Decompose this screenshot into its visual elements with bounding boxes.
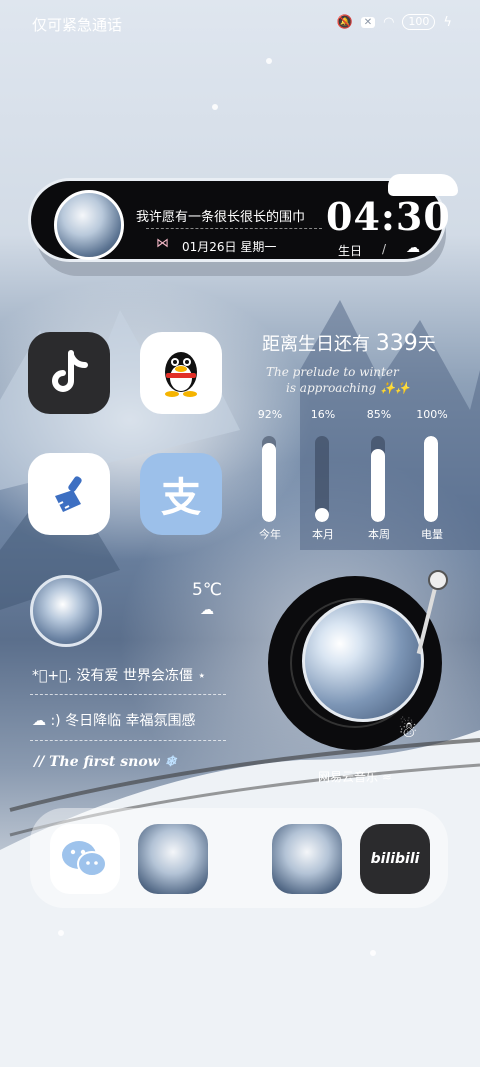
progress-percent: 100% (416, 408, 448, 421)
qq-app[interactable] (140, 332, 222, 414)
first-snow-text: // The first snow ❄ (34, 754, 176, 770)
cloud-icon: ☁ (32, 713, 46, 729)
progress-label: 今年 (259, 528, 281, 541)
photo-shortcut-2[interactable] (272, 824, 342, 894)
widget-photo (54, 190, 124, 260)
broom-icon (55, 476, 82, 512)
progress-fill (262, 442, 276, 522)
quote-text: 我许愿有一条很长很长的围巾 (136, 210, 306, 225)
clock-time: 04:30 (326, 194, 451, 239)
progress-fill (315, 508, 329, 522)
snowman-icon: ☃ (398, 718, 418, 743)
progress-fill (371, 448, 385, 522)
snowflake (370, 950, 376, 956)
tiktok-app[interactable] (28, 332, 110, 414)
birthday-label: 生日 (338, 244, 363, 258)
progress-percent: 85% (366, 408, 392, 421)
countdown-days: 339 (375, 331, 418, 356)
progress-label: 电量 (421, 528, 443, 541)
progress-label: 本周 (368, 528, 390, 541)
snow-weather-icon: ☁ (200, 602, 214, 618)
date-text: 01月26日 星期一 (182, 240, 277, 254)
sparkle-icon: ⋆ (197, 668, 207, 684)
qq-penguin-icon (165, 352, 197, 397)
wechat-app[interactable] (50, 824, 120, 894)
no-sim-icon: ✕ (360, 16, 376, 28)
cleaner-app[interactable] (28, 453, 110, 535)
battery-indicator: 100 (402, 14, 436, 30)
countdown-prefix: 距离生日还有 (262, 334, 370, 355)
bilibili-app[interactable]: bilibili (360, 824, 430, 894)
progress-year: 92% 今年 (248, 408, 292, 541)
progress-track (424, 436, 438, 522)
line-text: :) 冬日降临 幸福氛围感 (50, 713, 196, 729)
progress-battery: 100% 电量 (410, 408, 454, 541)
snowflake (266, 58, 272, 64)
alipay-app[interactable]: 支 (140, 453, 222, 535)
progress-percent: 16% (310, 408, 336, 421)
sparkle-prefix: *ﾟ+ﾟ. (32, 668, 72, 684)
carrier-text: 仅可紧急通话 (32, 16, 123, 34)
music-app-label: 网易云音乐 ≈ (318, 768, 392, 785)
cloud-icon: ☁ (406, 240, 420, 256)
photo-shortcut-1[interactable] (138, 824, 208, 894)
album-cover (302, 600, 424, 722)
snowflake (212, 104, 218, 110)
alipay-icon: 支 (161, 475, 201, 521)
status-bar: 仅可紧急通话 🔕 ✕ ◠ 100 ϟ (0, 0, 480, 48)
separator: / (382, 242, 387, 256)
birthday-countdown-title: 距离生日还有 339天 (262, 330, 436, 356)
progress-track (315, 436, 329, 522)
tiktok-icon (52, 350, 88, 392)
progress-fill (424, 436, 438, 522)
snowflake-icon: ❄ (164, 754, 177, 770)
countdown-suffix: 天 (417, 334, 436, 355)
text-line-1: *ﾟ+ﾟ. 没有爱 世界会冻僵 ⋆ (32, 665, 206, 685)
progress-month: 16% 本月 (301, 408, 345, 541)
snowflake (58, 930, 64, 936)
snow-cap-decoration (388, 174, 458, 196)
dashed-divider (30, 694, 226, 695)
mute-icon: 🔕 (336, 14, 353, 30)
line-text: 没有爱 世界会冻僵 (76, 668, 193, 684)
progress-label: 本月 (312, 528, 334, 541)
star-icon: ✨✨ (379, 381, 410, 395)
charging-icon: ϟ (443, 14, 452, 30)
dashed-divider (146, 228, 322, 229)
tonearm-knob (428, 570, 448, 590)
wechat-icon (62, 841, 107, 877)
prelude-text: The prelude to winter is approaching ✨✨ (266, 364, 410, 396)
status-icons: 🔕 ✕ ◠ 100 ϟ (336, 14, 452, 30)
weather-photo[interactable] (30, 575, 102, 647)
wave-icon: ≈ (381, 770, 392, 784)
progress-track (262, 436, 276, 522)
bow-icon: ⋈ (156, 236, 169, 251)
english-line: // The first snow (34, 754, 160, 770)
dock: bilibili (30, 808, 448, 908)
text-line-2: ☁ :) 冬日降临 幸福氛围感 (32, 710, 196, 730)
bilibili-icon: bilibili (370, 851, 420, 867)
prelude-line-2: is approaching (286, 381, 377, 395)
progress-week: 85% 本周 (357, 408, 401, 541)
wifi-icon: ◠ (383, 14, 395, 30)
dashed-divider (30, 740, 226, 741)
prelude-line-1: The prelude to winter (266, 365, 399, 379)
progress-track (371, 436, 385, 522)
clock-quote-widget[interactable]: 我许愿有一条很长很长的围巾 ⋈ 01月26日 星期一 04:30 生日 / ☁ (28, 174, 458, 276)
temperature: 5℃ (192, 580, 222, 600)
music-label-text: 网易云音乐 (318, 770, 379, 784)
progress-percent: 92% (257, 408, 283, 421)
